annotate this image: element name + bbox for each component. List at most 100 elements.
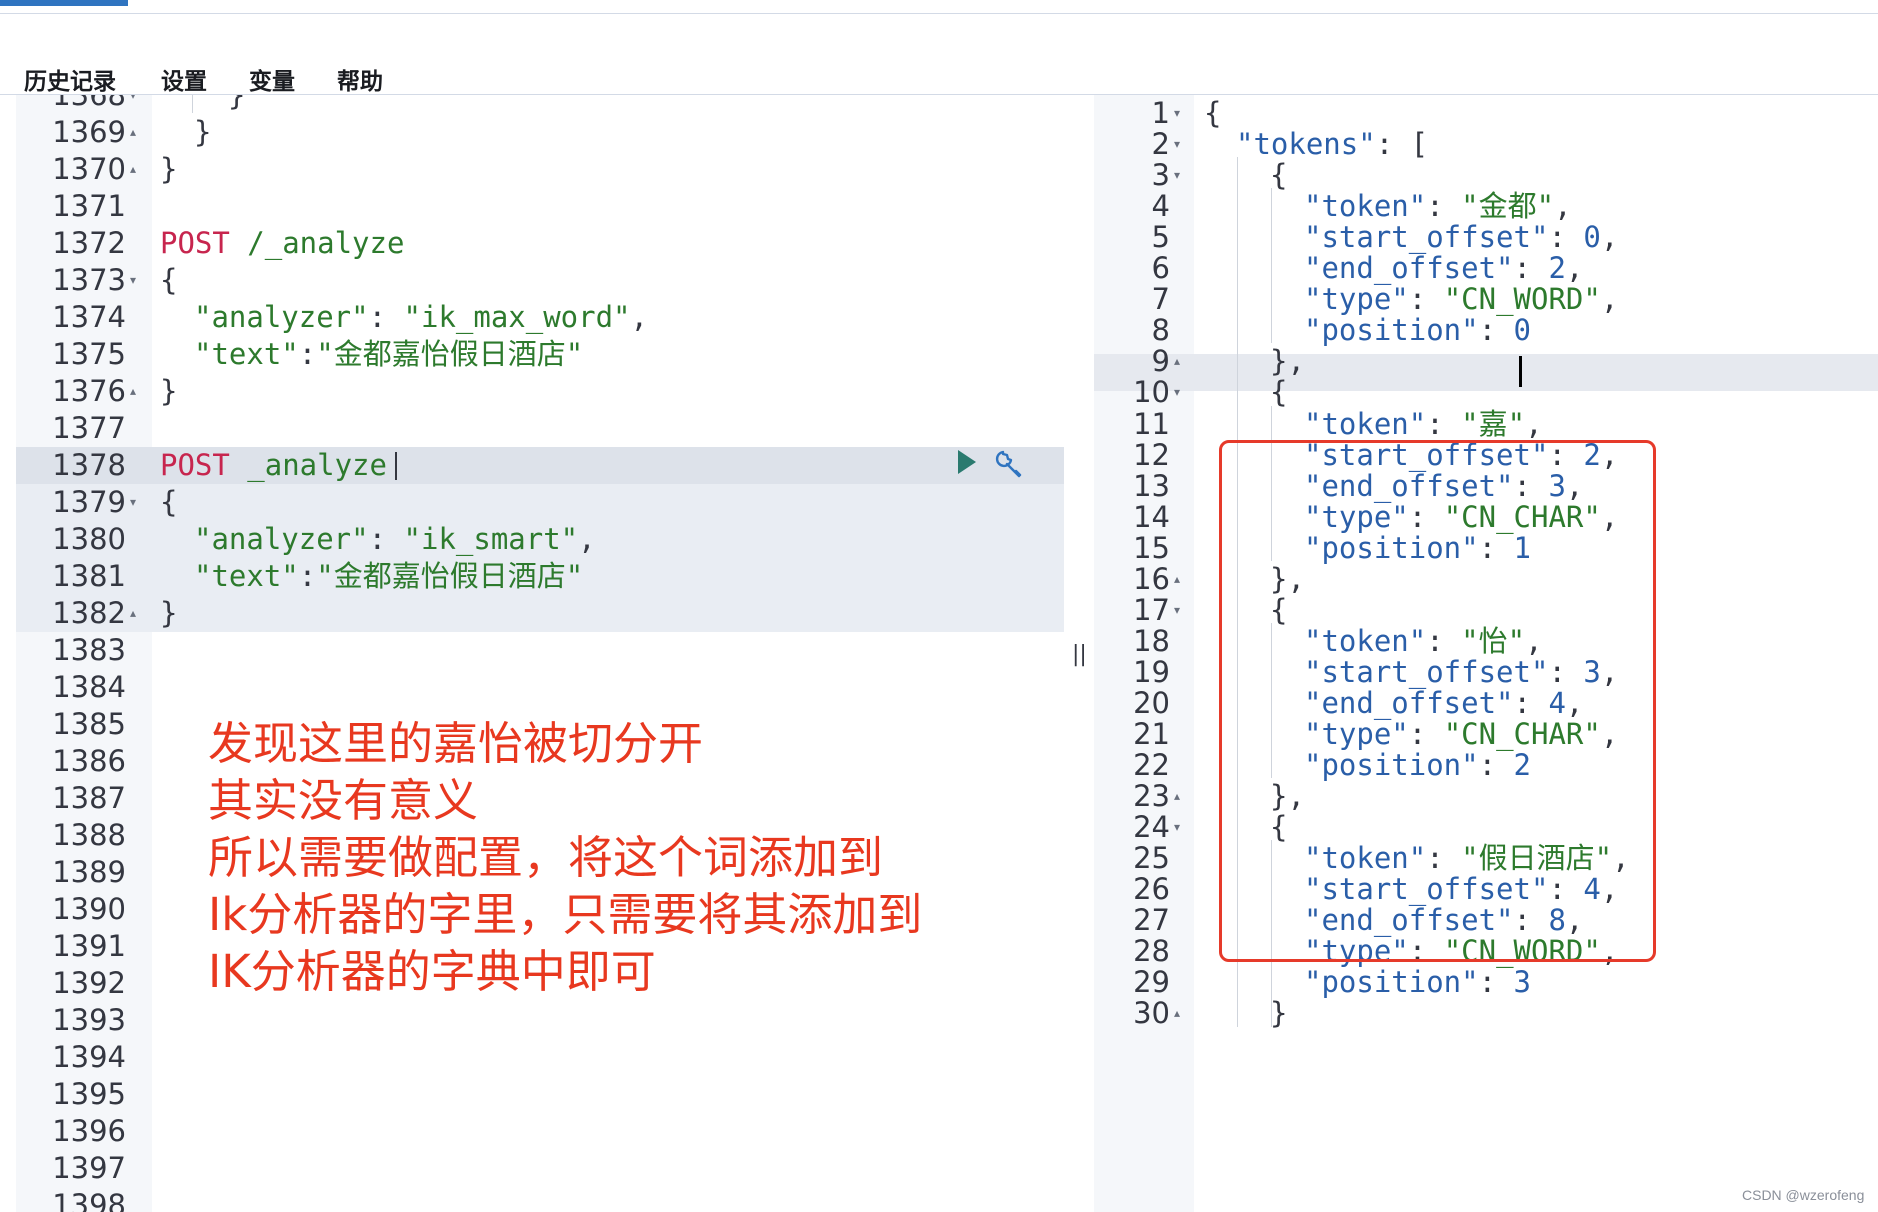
response-line: } xyxy=(1270,995,1287,1032)
menu-help[interactable]: 帮助 xyxy=(337,62,383,96)
code-line-1379: { xyxy=(160,485,178,519)
collapse-toggle-icon[interactable]: ▴ xyxy=(130,114,136,151)
json-value: 0 xyxy=(1583,220,1601,254)
line-number: 1393 xyxy=(52,1003,126,1037)
collapse-toggle-icon[interactable]: ▴ xyxy=(1174,995,1180,1032)
json-value: 0 xyxy=(1513,313,1531,347)
code-token: : xyxy=(1408,282,1444,316)
line-number: 1395 xyxy=(52,1077,126,1111)
collapse-toggle-icon[interactable]: ▴ xyxy=(130,595,136,632)
line-number: 1381 xyxy=(52,559,126,593)
menu-settings[interactable]: 设置 xyxy=(161,62,207,96)
code-token: : xyxy=(1548,220,1584,254)
code-token: , xyxy=(1600,282,1619,316)
collapse-toggle-icon[interactable]: ▴ xyxy=(130,373,136,410)
json-key: "start_offset" xyxy=(1304,220,1549,254)
line-number: 1370 xyxy=(52,152,126,186)
line-number: 1383 xyxy=(52,633,126,667)
code-token: , xyxy=(1600,220,1619,254)
fold-toggle-icon[interactable]: ▾ xyxy=(130,95,136,114)
code-line-1369: } xyxy=(194,115,212,149)
line-number: 1369 xyxy=(52,115,126,149)
menu-variables[interactable]: 变量 xyxy=(249,62,295,96)
line-number: 30 xyxy=(1133,996,1170,1030)
line-number: 1385 xyxy=(52,707,126,741)
json-key: "tokens" xyxy=(1236,127,1376,161)
line-number: 1376 xyxy=(52,374,126,408)
code-token: { xyxy=(1270,158,1288,192)
response-line: "position": 3 xyxy=(1304,964,1531,1001)
resize-handle[interactable]: || xyxy=(1072,642,1087,667)
annotation-line: IK分析器的字典中即可 xyxy=(208,945,656,998)
code-token: : [ xyxy=(1375,127,1429,161)
wrench-icon xyxy=(995,450,1022,478)
line-number: 1392 xyxy=(52,966,126,1000)
line-number: 1378 xyxy=(52,448,126,482)
line-number: 1386 xyxy=(52,744,126,778)
code-token: , xyxy=(1525,407,1543,441)
code-token: : xyxy=(1513,251,1549,285)
fold-toggle-icon[interactable]: ▾ xyxy=(1174,157,1180,194)
line-number: 1397 xyxy=(52,1151,126,1185)
code-token: }, xyxy=(1270,344,1305,378)
json-key: "token" xyxy=(1304,407,1427,441)
response-cursor xyxy=(1519,356,1522,387)
request-path: /_analyze xyxy=(229,226,405,260)
fold-toggle-icon[interactable]: ▾ xyxy=(130,484,136,521)
code-line-1373: { xyxy=(160,263,178,297)
collapse-toggle-icon[interactable]: ▴ xyxy=(130,151,136,188)
line-number: 1371 xyxy=(52,189,126,223)
red-annotation-note: 发现这里的嘉怡被切分开 其实没有意义 所以需要做配置，将这个词添加到 Ik分析器… xyxy=(208,715,922,1000)
fold-toggle-icon[interactable]: ▾ xyxy=(1174,592,1180,629)
code-line-1375: "text":"金都嘉怡假日酒店" xyxy=(194,337,584,371)
annotation-line: Ik分析器的字里，只需要将其添加到 xyxy=(208,888,923,941)
line-number: 1379 xyxy=(52,485,126,519)
menu-history[interactable]: 历史记录 xyxy=(24,62,116,96)
indent-guide xyxy=(1271,188,1272,343)
line-number: 1396 xyxy=(52,1114,126,1148)
code-token: , xyxy=(1554,189,1572,223)
line-number: 1375 xyxy=(52,337,126,371)
code-token: { xyxy=(1204,96,1222,130)
code-line-1381: "text":"金都嘉怡假日酒店" xyxy=(194,559,584,593)
code-token: { xyxy=(1270,375,1288,409)
http-method: POST xyxy=(160,226,230,260)
fold-toggle-icon[interactable]: ▾ xyxy=(1174,809,1180,846)
line-number: 1390 xyxy=(52,892,126,926)
line-number: 1387 xyxy=(52,781,126,815)
annotation-line: 发现这里的嘉怡被切分开 xyxy=(208,717,704,770)
play-triangle-icon xyxy=(958,450,976,474)
line-number: 1372 xyxy=(52,226,126,260)
json-value: "CN_WORD" xyxy=(1443,282,1601,316)
line-number: 1374 xyxy=(52,300,126,334)
json-value: "金都" xyxy=(1461,189,1555,223)
code-line-1378: POST _analyze xyxy=(160,447,387,484)
code-line-1368: } xyxy=(228,95,246,112)
active-tab-indicator xyxy=(0,0,128,6)
run-request-button[interactable] xyxy=(956,449,978,479)
fold-toggle-icon[interactable]: ▾ xyxy=(130,262,136,299)
line-number: 1377 xyxy=(52,411,126,445)
response-line: "position": 0 xyxy=(1304,312,1531,349)
json-key: "position" xyxy=(1304,965,1479,999)
fold-toggle-icon[interactable]: ▾ xyxy=(1174,374,1180,411)
line-number: 1384 xyxy=(52,670,126,704)
code-token: : xyxy=(1478,313,1514,347)
code-token: : xyxy=(1426,407,1462,441)
text-cursor xyxy=(395,452,397,480)
line-number: 1380 xyxy=(52,522,126,556)
json-key: "end_offset" xyxy=(1304,251,1514,285)
json-value: 3 xyxy=(1513,965,1531,999)
response-line: { xyxy=(1204,95,1221,132)
line-number: 1394 xyxy=(52,1040,126,1074)
response-line: { xyxy=(1270,157,1287,194)
annotation-line: 其实没有意义 xyxy=(208,774,479,827)
json-value: 2 xyxy=(1548,251,1566,285)
line-number: 1388 xyxy=(52,818,126,852)
request-actions-button[interactable] xyxy=(990,447,1024,485)
request-editor[interactable]: 1368 ▾ 1369 ▴ 1370 ▴ 1371 1372 1373 ▾ 1374 1375 1376… xyxy=(16,95,1064,1212)
json-key: "position" xyxy=(1304,313,1479,347)
line-number: 1368 xyxy=(52,95,126,112)
line-number: 1391 xyxy=(52,929,126,963)
annotation-highlight-box xyxy=(1219,440,1656,962)
